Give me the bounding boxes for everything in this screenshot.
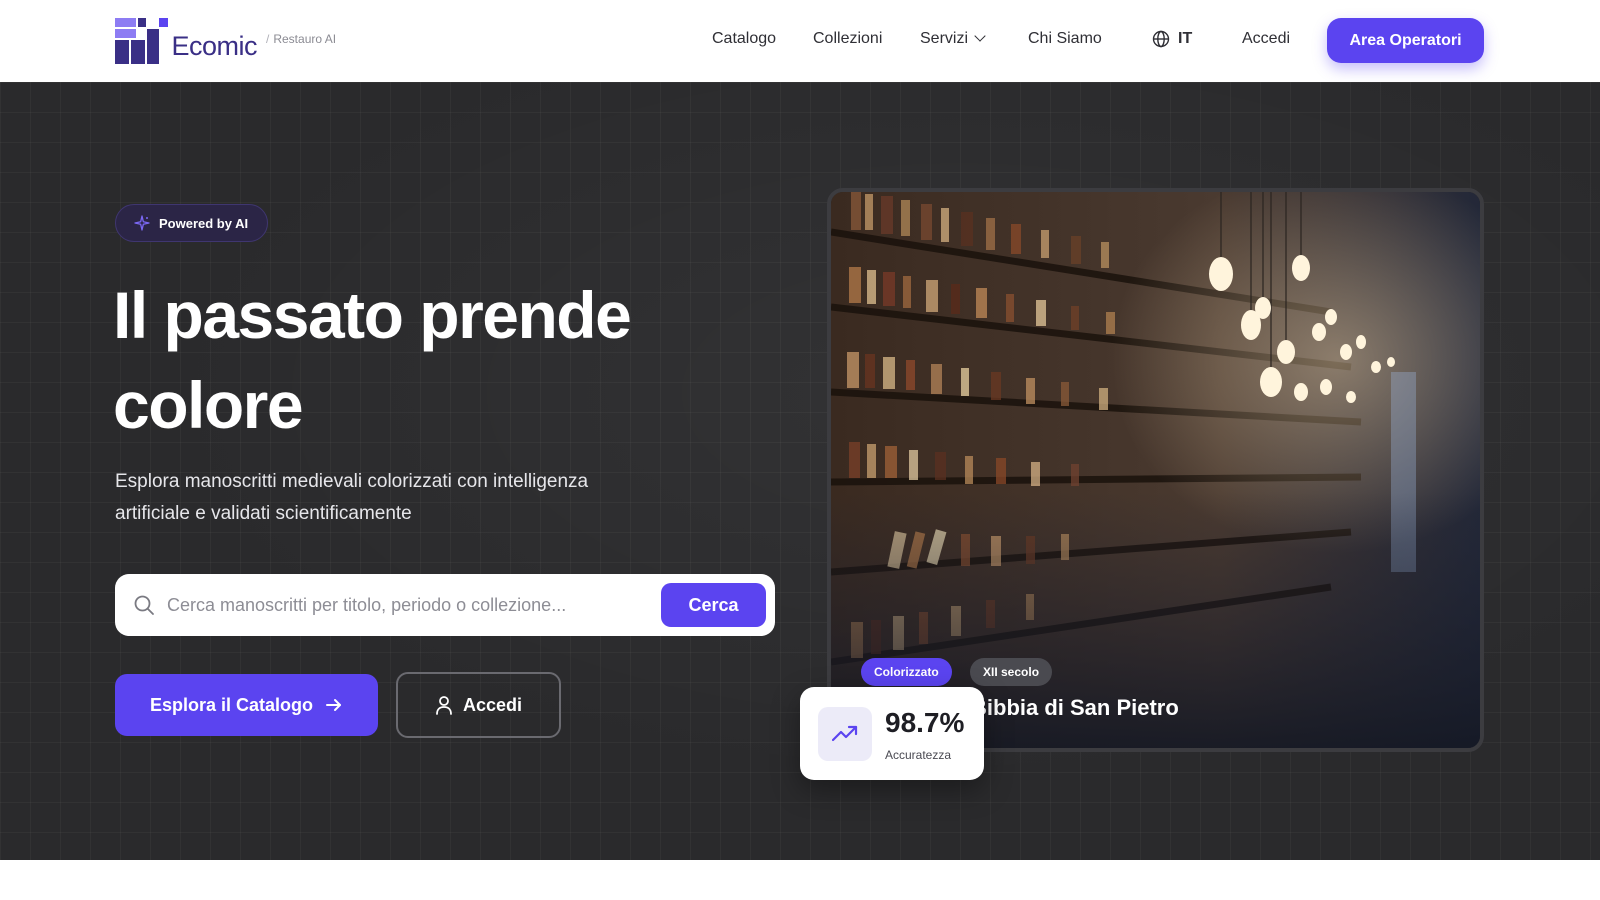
language-selector[interactable]: IT [1152,30,1192,48]
nav-item-collezioni[interactable]: Collezioni [813,30,882,48]
featured-manuscript-card[interactable]: Colorizzato XII secolo Bibbia di San Pie… [827,188,1484,752]
page-below-hero [0,860,1600,900]
user-icon [436,696,452,715]
hero-login-label: Accedi [462,694,523,715]
hero-headline: Il passato prende colore [113,270,753,450]
headline-line-1: Il passato prende [113,278,632,352]
ai-badge: Powered by AI [115,204,269,242]
nav-login-link[interactable]: Accedi [1242,30,1290,48]
nav-item-catalogo[interactable]: Catalogo [712,30,776,48]
manuscript-title: Bibbia di San Pietro [971,695,1179,720]
accuracy-value: 98.7% [885,707,965,738]
operators-area-button[interactable]: Area Operatori [1327,18,1484,63]
search-bar: Cerca [115,574,775,636]
nav-item-servizi-label: Servizi [920,30,969,47]
explore-catalog-label: Esplora il Catalogo [149,694,314,715]
tag-century: XII secolo [970,658,1053,686]
hero-subtitle: Esplora manoscritti medievali colorizzat… [115,471,589,524]
ai-badge-label: Powered by AI [159,215,249,231]
logo-mark [115,18,168,64]
accuracy-label: Accuratezza [885,748,952,762]
search-input[interactable] [167,574,687,636]
globe-icon [1152,30,1170,48]
brand-logo[interactable]: Ecomic [115,18,257,64]
top-navbar: Ecomic / Restauro AI Catalogo Collezioni … [0,0,1600,82]
explore-catalog-button[interactable]: Esplora il Catalogo [115,674,378,736]
trending-up-icon [818,707,872,761]
language-label: IT [1178,30,1193,47]
search-button[interactable]: Cerca [661,583,766,627]
hero-section: Powered by AI Il passato prende colore E… [0,82,1600,860]
sparkle-icon [134,215,150,231]
accuracy-stat-card: 98.7% Accuratezza [800,687,984,780]
hero-login-button[interactable]: Accedi [396,672,561,738]
tag-colorized: Colorizzato [861,658,952,686]
brand-tagline: / Restauro AI [266,32,337,46]
search-icon [134,595,154,615]
nav-item-chi-siamo[interactable]: Chi Siamo [1028,30,1102,48]
headline-line-2: colore [113,368,304,442]
arrow-right-icon [326,699,342,711]
brand-name: Ecomic [171,31,257,61]
tagline-text: Restauro AI [273,32,337,46]
nav-item-servizi[interactable]: Servizi [920,30,986,48]
chevron-down-icon [974,30,986,42]
